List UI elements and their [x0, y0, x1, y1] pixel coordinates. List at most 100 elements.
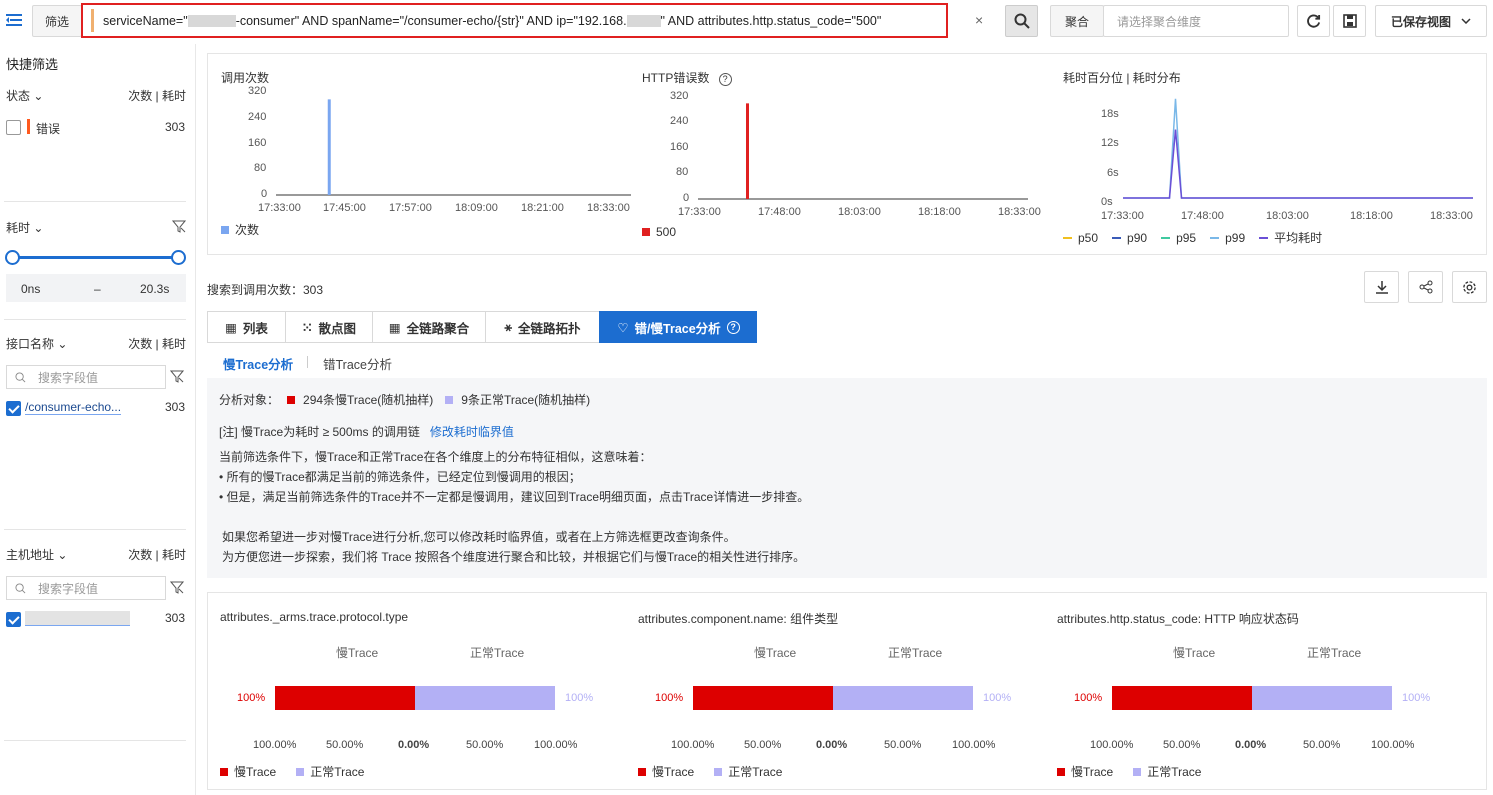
- http-errors-legend[interactable]: 500: [642, 225, 676, 239]
- endpoint-item-label[interactable]: /consumer-echo...: [25, 400, 122, 415]
- x-tick: 17:57:00: [389, 202, 432, 214]
- tab-list[interactable]: ▦ 列表: [207, 311, 285, 343]
- saved-views-button[interactable]: 已保存视图: [1375, 5, 1487, 37]
- analysis-line: 为方便您进一步探索，我们将 Trace 按照各个维度进行聚合和比较，并根据它们与…: [222, 550, 806, 564]
- help-icon[interactable]: ?: [726, 320, 740, 334]
- calls-legend[interactable]: 次数: [221, 221, 259, 238]
- endpoint-checkbox[interactable]: [6, 401, 21, 416]
- legend-label: 慢Trace: [652, 765, 695, 779]
- tab-scatter[interactable]: ⁙ 散点图: [285, 311, 372, 343]
- legend-item-p95[interactable]: p95: [1161, 229, 1196, 246]
- x-tick: 18:33:00: [998, 206, 1041, 218]
- normal-legend: 9条正常Trace(随机抽样): [461, 393, 591, 407]
- y-tick: 240: [670, 115, 689, 127]
- legend-label: 慢Trace: [234, 765, 277, 779]
- duration-section-header[interactable]: 耗时 ⌄: [6, 219, 186, 236]
- save-button[interactable]: [1333, 5, 1366, 37]
- search-button[interactable]: [1005, 5, 1038, 37]
- host-checkbox[interactable]: [6, 612, 21, 627]
- analysis-target: 分析对象： 294条慢Trace(随机抽样) 9条正常Trace(随机抽样): [219, 391, 590, 408]
- http-errors-title-text: HTTP错误数: [642, 71, 710, 85]
- download-button[interactable]: [1364, 271, 1399, 303]
- legend-label: 500: [656, 225, 677, 239]
- legend-item-p99[interactable]: p99: [1210, 229, 1245, 246]
- panel-title: attributes._arms.trace.protocol.type: [220, 610, 409, 624]
- clear-filter-icon[interactable]: [172, 219, 186, 233]
- clear-filter-icon[interactable]: [170, 580, 184, 594]
- subtab-slow-trace[interactable]: 慢Trace分析: [223, 354, 293, 373]
- redacted-mask: [626, 14, 661, 27]
- y-tick: 320: [248, 85, 267, 97]
- endpoint-section-header[interactable]: 接口名称 ⌄ 次数 | 耗时: [6, 335, 186, 352]
- legend-swatch: [296, 767, 305, 776]
- sort-toggle[interactable]: 次数 | 耗时: [128, 335, 186, 352]
- legend-label: 次数: [235, 223, 260, 237]
- slider-handle-min[interactable]: [5, 250, 20, 265]
- duration-max[interactable]: 20.3s: [140, 282, 169, 296]
- aggregate-select[interactable]: 请选择聚合维度: [1103, 5, 1289, 37]
- help-icon[interactable]: ?: [718, 73, 732, 86]
- status-section-header[interactable]: 状态 ⌄ 次数 | 耗时: [6, 87, 186, 104]
- sort-toggle[interactable]: 次数 | 耗时: [128, 87, 186, 104]
- menu-icon[interactable]: [6, 13, 22, 27]
- y-tick: 0s: [1101, 196, 1113, 208]
- slow-trace-bar: [1112, 686, 1252, 710]
- y-tick: 160: [670, 141, 689, 153]
- endpoint-count: 303: [165, 400, 186, 414]
- tab-label: 散点图: [318, 321, 356, 336]
- x-tick: 17:48:00: [1181, 210, 1224, 222]
- normal-column-label: 正常Trace: [1307, 646, 1362, 660]
- legend-label: p50: [1078, 230, 1099, 245]
- legend-item-p90[interactable]: p90: [1112, 229, 1147, 246]
- legend-swatch: [445, 395, 454, 404]
- calls-chart-plot: [276, 99, 631, 196]
- save-icon: [1342, 14, 1357, 28]
- sort-toggle[interactable]: 次数 | 耗时: [128, 546, 186, 563]
- quick-filter-sidebar: 快捷筛选 状态 ⌄ 次数 | 耗时 错误 303 耗时 ⌄ 0ns – 20.3…: [0, 44, 195, 795]
- gear-icon: [1463, 280, 1476, 294]
- sidebar-separator: [195, 44, 196, 795]
- host-search-input[interactable]: 搜索字段值: [6, 576, 166, 600]
- modify-threshold-link[interactable]: 修改耗时临界值: [430, 425, 514, 439]
- x-tick: 18:03:00: [1266, 210, 1309, 222]
- host-item-redacted[interactable]: [25, 611, 130, 626]
- query-part-3: " AND attributes.http.status_code="500": [660, 13, 882, 28]
- tab-trace-topology[interactable]: ⚹ 全链路拓扑: [485, 311, 599, 343]
- analysis-line: • 所有的慢Trace都满足当前的筛选条件，已经定位到慢调用的根因；: [219, 470, 581, 484]
- legend-item-p50[interactable]: p50: [1063, 229, 1098, 246]
- query-part-2: -consumer" AND spanName="/consumer-echo/…: [235, 13, 627, 28]
- divider: [4, 319, 186, 320]
- clear-filter-icon[interactable]: [170, 369, 184, 383]
- host-section-header[interactable]: 主机地址 ⌄ 次数 | 耗时: [6, 546, 186, 563]
- tab-error-slow-analysis[interactable]: ♡ 错/慢Trace分析?: [599, 311, 757, 343]
- search-placeholder: 搜索字段值: [38, 581, 99, 596]
- tab-trace-aggregation[interactable]: ▦ 全链路聚合: [372, 311, 485, 343]
- duration-dash: –: [94, 282, 101, 296]
- slow-percent: 100%: [1074, 692, 1103, 704]
- share-button[interactable]: [1408, 271, 1443, 303]
- endpoint-search-input[interactable]: 搜索字段值: [6, 365, 166, 389]
- settings-button[interactable]: [1452, 271, 1487, 303]
- saved-views-label: 已保存视图: [1390, 14, 1451, 29]
- refresh-button[interactable]: [1297, 5, 1330, 37]
- x-tick: 17:48:00: [758, 206, 801, 218]
- clear-icon[interactable]: ×: [975, 12, 983, 28]
- legend-item-avg[interactable]: 平均耗时: [1259, 229, 1322, 246]
- x-tick: 50.00%: [884, 739, 922, 751]
- x-tick: 50.00%: [326, 739, 364, 751]
- latency-chart-title: 耗时百分位 | 耗时分布: [1063, 71, 1181, 85]
- view-tabs: ▦ 列表 ⁙ 散点图 ▦ 全链路聚合 ⚹ 全链路拓扑 ♡ 错/慢Trace分析?: [207, 311, 757, 343]
- x-tick: 18:33:00: [1430, 210, 1473, 222]
- slider-handle-max[interactable]: [171, 250, 186, 265]
- error-checkbox[interactable]: [6, 120, 21, 135]
- duration-min[interactable]: 0ns: [21, 282, 40, 296]
- duration-slider-track[interactable]: [12, 256, 178, 259]
- heart-pulse-icon: ♡: [617, 320, 629, 335]
- subtab-error-trace[interactable]: 错Trace分析: [323, 354, 392, 373]
- panel-legend: 慢Trace 正常Trace: [220, 763, 364, 780]
- chevron-down-icon: ⌄: [57, 548, 68, 562]
- query-input[interactable]: serviceName=" -consumer" AND spanName="/c…: [81, 3, 948, 38]
- x-tick: 0.00%: [398, 739, 430, 751]
- x-tick: 17:33:00: [1101, 210, 1144, 222]
- y-tick: 0: [261, 188, 268, 200]
